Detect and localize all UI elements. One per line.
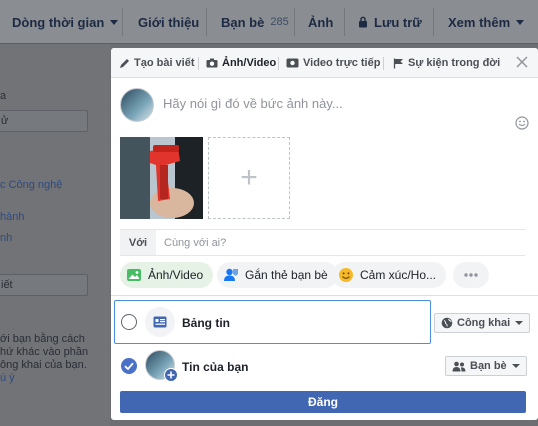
nav-more-label: Xem thêm — [448, 14, 511, 30]
tab-divider — [278, 57, 279, 70]
left-link: hành — [0, 211, 25, 223]
add-photo-button[interactable]: + — [208, 137, 290, 219]
nav-photos-label: Ảnh — [308, 14, 334, 30]
with-label: Với — [120, 230, 156, 255]
photo-video-action-button[interactable]: Ảnh/Video — [120, 262, 214, 288]
tab-divider — [198, 57, 199, 70]
nav-friends[interactable]: Bạn bè 285 — [221, 0, 289, 44]
left-text: ông khai của bạn. — [0, 359, 87, 371]
left-link: ú ý — [0, 372, 15, 384]
nav-divider — [344, 8, 345, 36]
nav-archive-label: Lưu trữ — [374, 14, 422, 30]
news-feed-privacy-label: Công khai — [457, 317, 511, 329]
tag-friends-icon — [224, 268, 238, 281]
news-feed-privacy-select[interactable]: Công khai — [434, 313, 531, 333]
photo-thumbnail[interactable] — [120, 137, 203, 219]
tab-photo-video[interactable]: Ảnh/Video — [206, 48, 276, 78]
left-text: iết — [1, 279, 13, 291]
nav-divider — [206, 8, 207, 36]
left-text: ử — [1, 115, 9, 127]
smiley-icon — [339, 268, 353, 282]
friends-icon — [452, 361, 466, 371]
tag-friends-button[interactable]: Gắn thẻ bạn bè — [217, 262, 338, 288]
tab-photo-video-label: Ảnh/Video — [222, 57, 277, 69]
add-story-icon — [164, 368, 178, 382]
camera-icon — [206, 58, 218, 68]
tab-live-video[interactable]: Video trực tiếp — [286, 48, 380, 78]
left-column: a ử c Công nghệ hành nh iết ới bạn bằng … — [0, 44, 110, 426]
nav-about-label: Giới thiệu — [138, 14, 200, 30]
left-text: hứ khác vào phần — [0, 346, 89, 358]
stories-checkbox[interactable] — [121, 358, 137, 374]
news-feed-label: Bảng tin — [182, 316, 230, 330]
video-camera-icon — [286, 58, 299, 68]
photo-image — [120, 137, 203, 219]
tab-live-video-label: Video trực tiếp — [303, 57, 381, 69]
chevron-down-icon — [110, 19, 119, 25]
chevron-down-icon — [515, 321, 524, 325]
tab-life-event[interactable]: Sự kiện trong đời — [393, 48, 500, 78]
news-feed-icon-wrap — [145, 307, 175, 337]
feeling-activity-button[interactable]: Cảm xúc/Ho... — [332, 262, 447, 288]
chevron-down-icon — [511, 364, 520, 368]
photo-icon — [127, 269, 141, 281]
nav-timeline-label: Dòng thời gian — [12, 14, 105, 30]
left-text: a — [0, 90, 7, 102]
left-link: nh — [0, 232, 13, 244]
nav-photos[interactable]: Ảnh — [308, 0, 333, 44]
avatar — [120, 88, 154, 122]
nav-divider — [294, 8, 295, 36]
nav-timeline[interactable]: Dòng thời gian — [12, 0, 119, 44]
stories-label: Tin của bạn — [182, 360, 249, 374]
nav-about[interactable]: Giới thiệu — [138, 0, 199, 44]
news-feed-icon — [153, 316, 167, 328]
news-feed-checkbox[interactable] — [121, 314, 137, 330]
more-actions-button[interactable] — [453, 262, 489, 288]
friends-count: 285 — [270, 16, 289, 28]
left-text: ới bạn bằng cách — [0, 333, 85, 345]
lock-icon — [359, 16, 367, 28]
pencil-icon — [120, 58, 129, 68]
plus-icon — [167, 371, 175, 379]
stories-privacy-label: Bạn bè — [470, 360, 507, 372]
left-link: c Công nghệ — [0, 179, 63, 191]
close-icon[interactable] — [516, 56, 528, 68]
with-input[interactable]: Cùng với ai? — [164, 237, 226, 249]
nav-friends-label: Bạn bè — [221, 14, 265, 30]
nav-more[interactable]: Xem thêm — [448, 0, 525, 44]
left-input-box — [0, 274, 88, 296]
photo-video-action-label: Ảnh/Video — [148, 268, 204, 282]
stories-privacy-select[interactable]: Bạn bè — [445, 356, 527, 376]
post-composer: Tạo bài viết Ảnh/Video Video trực tiếp S… — [111, 48, 538, 420]
post-button[interactable]: Đăng — [120, 391, 526, 413]
nav-divider — [122, 8, 123, 36]
globe-icon — [441, 317, 453, 329]
tab-create-post[interactable]: Tạo bài viết — [119, 48, 195, 78]
tab-create-post-label: Tạo bài viết — [134, 57, 195, 69]
status-input[interactable]: Hãy nói gì đó về bức ảnh này... — [163, 96, 343, 111]
profile-nav: Dòng thời gian Giới thiệu Bạn bè 285 Ảnh… — [0, 0, 538, 44]
nav-divider — [433, 8, 434, 36]
flag-icon — [393, 58, 403, 68]
tag-people-row[interactable]: Với Cùng với ai? — [120, 229, 525, 256]
checkmark-icon — [124, 362, 134, 371]
feeling-activity-label: Cảm xúc/Ho... — [360, 268, 437, 282]
more-icon — [464, 273, 478, 277]
composer-tabs: Tạo bài viết Ảnh/Video Video trực tiếp S… — [111, 48, 538, 78]
left-input-box — [0, 110, 88, 132]
tab-life-event-label: Sự kiện trong đời — [408, 57, 501, 69]
section-divider — [111, 295, 538, 296]
tag-friends-label: Gắn thẻ bạn bè — [245, 268, 328, 282]
emoji-icon[interactable] — [515, 116, 529, 130]
tab-divider — [383, 57, 384, 70]
chevron-down-icon — [516, 19, 525, 25]
nav-archive[interactable]: Lưu trữ — [358, 0, 422, 44]
